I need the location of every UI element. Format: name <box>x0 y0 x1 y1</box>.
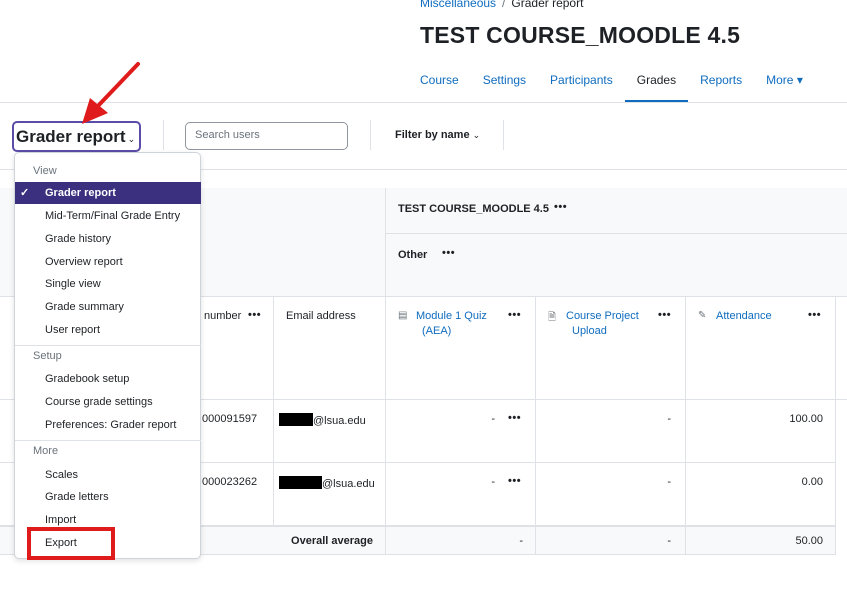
grade-value: 100.00 <box>789 413 823 425</box>
id-number-value: 000023262 <box>202 476 258 488</box>
more-actions-icon[interactable]: ••• <box>508 309 521 321</box>
menu-item-grade-letters[interactable]: Grade letters <box>15 486 201 508</box>
check-icon: ✓ <box>20 187 30 199</box>
tab-settings[interactable]: Settings <box>471 62 538 103</box>
category-header-label: Other <box>398 249 428 261</box>
filter-by-name-button[interactable]: Filter by name ⌄ <box>395 129 480 141</box>
average-cell: - <box>536 526 686 555</box>
more-actions-icon[interactable]: ••• <box>554 201 567 213</box>
more-actions-icon[interactable]: ••• <box>658 309 671 321</box>
quiz-icon: ▤ <box>398 310 408 321</box>
column-header-label[interactable]: Attendance <box>716 310 772 322</box>
category-header: Other ••• <box>386 234 847 297</box>
tab-course[interactable]: Course <box>408 62 471 103</box>
course-header-label: TEST COURSE_MOODLE 4.5 <box>398 203 549 215</box>
menu-item-midterm-final[interactable]: Mid-Term/Final Grade Entry <box>15 205 201 227</box>
search-users-input[interactable]: Search users <box>185 122 348 150</box>
course-nav: Course Settings Participants Grades Repo… <box>408 62 815 103</box>
menu-item-label: Grader report <box>45 187 116 199</box>
more-actions-icon[interactable]: ••• <box>508 475 521 487</box>
attendance-icon: ✎ <box>698 310 707 321</box>
assignment-icon: 🗎 <box>548 312 557 323</box>
average-value: - <box>519 535 523 547</box>
menu-item-grader-report[interactable]: ✓ Grader report <box>15 182 201 204</box>
divider <box>15 440 201 441</box>
divider <box>503 120 504 150</box>
email-value: @lsua.edu <box>313 415 366 427</box>
column-header-email: Email address <box>274 297 386 400</box>
more-actions-icon[interactable]: ••• <box>442 247 455 259</box>
column-header-label[interactable]: Email address <box>286 310 356 322</box>
column-header-label[interactable]: Upload <box>572 325 607 337</box>
divider <box>15 345 201 346</box>
average-cell: - <box>386 526 536 555</box>
column-header-label[interactable]: number <box>204 310 241 322</box>
report-selector-label: Grader report <box>16 127 126 146</box>
more-actions-icon[interactable]: ••• <box>248 309 261 321</box>
menu-item-scales[interactable]: Scales <box>15 464 201 486</box>
filter-by-name-label: Filter by name <box>395 129 470 141</box>
highlight-box <box>27 527 115 560</box>
grade-cell[interactable]: 0.00 <box>686 463 836 526</box>
column-header-label[interactable]: Course Project <box>566 310 639 322</box>
tab-participants[interactable]: Participants <box>538 62 625 103</box>
email-cell: @lsua.edu <box>274 400 386 463</box>
grade-cell[interactable]: - ••• <box>386 400 536 463</box>
column-header-quiz: ▤ Module 1 Quiz (AEA) ••• <box>386 297 536 400</box>
column-header-overflow <box>836 297 847 400</box>
tab-more[interactable]: More ▾ <box>754 62 815 103</box>
grade-cell[interactable]: - <box>536 400 686 463</box>
chevron-down-icon: ⌄ <box>127 134 136 144</box>
menu-item-single-view[interactable]: Single view <box>15 273 201 295</box>
page-title: TEST COURSE_MOODLE 4.5 <box>420 22 741 48</box>
average-cell: 50.00 <box>686 526 836 555</box>
grade-value: - <box>491 413 495 425</box>
menu-item-overview-report[interactable]: Overview report <box>15 251 201 273</box>
breadcrumb-separator: / <box>502 0 506 10</box>
tab-reports[interactable]: Reports <box>688 62 754 103</box>
divider <box>163 120 164 150</box>
grade-cell[interactable]: - <box>536 463 686 526</box>
grade-value: - <box>491 476 495 488</box>
average-value: 50.00 <box>795 535 823 547</box>
menu-item-user-report[interactable]: User report <box>15 319 201 341</box>
menu-item-grade-history[interactable]: Grade history <box>15 228 201 250</box>
breadcrumb-parent[interactable]: Miscellaneous <box>420 0 496 10</box>
email-cell: @lsua.edu <box>274 463 386 526</box>
divider <box>370 120 371 150</box>
column-header-project: 🗎 Course Project Upload ••• <box>536 297 686 400</box>
annotation-arrow-icon <box>82 62 140 124</box>
grade-cell[interactable]: 100.00 <box>686 400 836 463</box>
tab-grades[interactable]: Grades <box>624 62 689 103</box>
menu-section-setup: Setup <box>33 350 62 362</box>
column-header-attendance: ✎ Attendance ••• <box>686 297 836 400</box>
breadcrumb-current: Grader report <box>511 0 584 10</box>
grade-value: - <box>667 413 671 425</box>
grade-value: 0.00 <box>801 476 823 488</box>
menu-section-more: More <box>33 445 59 457</box>
column-header-label[interactable]: Module 1 Quiz <box>416 310 487 322</box>
average-label: Overall average <box>291 535 373 547</box>
redacted-block <box>279 476 322 489</box>
report-dropdown-menu: View ✓ Grader report Mid-Term/Final Grade… <box>14 152 201 559</box>
grade-cell[interactable]: - ••• <box>386 463 536 526</box>
more-actions-icon[interactable]: ••• <box>508 412 521 424</box>
course-header: TEST COURSE_MOODLE 4.5 ••• <box>386 188 847 234</box>
menu-item-preferences[interactable]: Preferences: Grader report <box>15 414 201 436</box>
average-value: - <box>667 535 671 547</box>
redacted-block <box>279 413 313 426</box>
id-number-value: 000091597 <box>202 413 258 425</box>
chevron-down-icon: ⌄ <box>472 130 481 140</box>
more-actions-icon[interactable]: ••• <box>808 309 821 321</box>
email-value: @lsua.edu <box>322 478 375 490</box>
column-header-label[interactable]: (AEA) <box>422 325 451 337</box>
menu-item-grade-summary[interactable]: Grade summary <box>15 296 201 318</box>
menu-item-course-grade-settings[interactable]: Course grade settings <box>15 391 201 413</box>
breadcrumb: Miscellaneous / Grader report <box>420 0 583 10</box>
menu-item-gradebook-setup[interactable]: Gradebook setup <box>15 368 201 390</box>
grade-value: - <box>667 476 671 488</box>
menu-section-view: View <box>33 165 57 177</box>
